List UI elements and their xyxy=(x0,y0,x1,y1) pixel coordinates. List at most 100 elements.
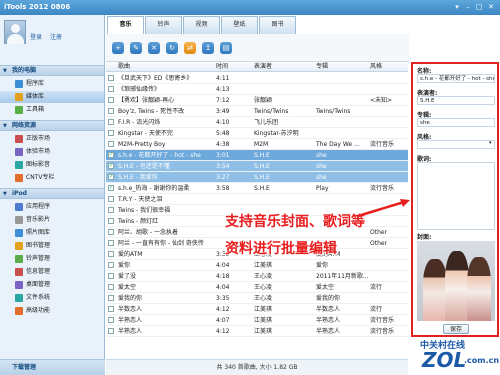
avatar[interactable] xyxy=(4,20,26,44)
sidebar-item-icon xyxy=(15,242,23,250)
tab-4[interactable]: 图书 xyxy=(259,16,296,34)
convert-icon[interactable]: ⇄ xyxy=(184,42,196,54)
row-checkbox[interactable] xyxy=(108,328,114,334)
row-checkbox[interactable] xyxy=(108,306,114,312)
sidebar-item-2-6[interactable]: 桌面管理 xyxy=(0,279,104,291)
row-checkbox[interactable]: ✓ xyxy=(108,185,114,191)
cell-time: 4:12 xyxy=(216,328,230,335)
edit-icon[interactable]: ✎ xyxy=(130,42,142,54)
sidebar-item-2-4[interactable]: 铃声管理 xyxy=(0,253,104,265)
sidebar-section-1[interactable]: ▼ 网络资源 xyxy=(0,120,104,131)
sidebar-item-0-1[interactable]: 媒体库 xyxy=(0,91,104,103)
table-row[interactable]: 《琅琊仙缘传》 4:13 xyxy=(106,84,408,95)
row-checkbox[interactable] xyxy=(108,240,114,246)
row-checkbox[interactable] xyxy=(108,284,114,290)
add-icon[interactable]: + xyxy=(112,42,124,54)
sidebar-item-2-0[interactable]: 应用程序 xyxy=(0,201,104,213)
row-checkbox[interactable] xyxy=(108,108,114,114)
cell-album: Play xyxy=(316,185,329,192)
table-row[interactable]: 半熟恋人 4:12 江美琪 半熟恋人 流行音乐 xyxy=(106,326,408,337)
sidebar-item-0-0[interactable]: 程序库 xyxy=(0,78,104,90)
sidebar-section-2[interactable]: ▼ iPod xyxy=(0,188,104,199)
table-row[interactable]: 爱太空 4:04 王心凌 爱太空 流行 xyxy=(106,282,408,293)
sidebar-item-2-8[interactable]: 高级功能 xyxy=(0,305,104,317)
row-checkbox[interactable] xyxy=(108,75,114,81)
row-checkbox[interactable]: ✓ xyxy=(108,163,114,169)
skin-icon[interactable]: ▾ xyxy=(452,3,462,12)
row-checkbox[interactable] xyxy=(108,141,114,147)
col-time[interactable]: 时间 xyxy=(216,62,228,72)
sidebar-item-2-2[interactable]: 照片图库 xyxy=(0,227,104,239)
table-row[interactable]: 爱了没 4:18 王心凌 2011年11月新歌... xyxy=(106,271,408,282)
row-checkbox[interactable]: ✓ xyxy=(108,174,114,180)
sidebar-item-1-3[interactable]: CNTV专栏 xyxy=(0,172,104,184)
row-checkbox[interactable]: ✓ xyxy=(108,152,114,158)
register-link[interactable]: 注册 xyxy=(50,34,62,41)
table-row[interactable]: 半数恋人 4:12 江美琪 半数恋人 流行 xyxy=(106,304,408,315)
table-row[interactable]: ✓ s.h.e_热海 - 谢谢你的温柔 3:58 S.H.E Play 流行音乐 xyxy=(106,183,408,194)
table-row[interactable]: ✓ S.H.E - 我爱你 3:27 S.H.E she xyxy=(106,172,408,183)
table-row[interactable]: F.I.R - 流光闪烁 4:10 飞儿乐团 xyxy=(106,117,408,128)
table-row[interactable]: ✓ S.H.E - 也还是不懂 3:54 S.H.E she xyxy=(106,161,408,172)
maximize-button[interactable]: □ xyxy=(474,3,484,12)
tab-3[interactable]: 壁纸 xyxy=(221,16,258,34)
cell-album: 半数恋人 xyxy=(316,306,341,313)
login-link[interactable]: 登录 xyxy=(30,34,42,41)
sidebar-item-2-7[interactable]: 文件系统 xyxy=(0,292,104,304)
cell-song: M2M-Pretty Boy xyxy=(118,141,166,148)
row-checkbox[interactable] xyxy=(108,196,114,202)
table-row[interactable]: 【勇欢】张靓颖-再心 7:12 张靓颖 <未知> xyxy=(106,95,408,106)
sidebar-item-1-1[interactable]: 体验市场 xyxy=(0,146,104,158)
sidebar-item-1-0[interactable]: 正版市场 xyxy=(0,133,104,145)
col-artist[interactable]: 表演者 xyxy=(254,62,272,72)
row-checkbox[interactable] xyxy=(108,119,114,125)
login-links: 登录 注册 xyxy=(30,32,68,41)
row-checkbox[interactable] xyxy=(108,130,114,136)
album-cover-image[interactable] xyxy=(417,241,495,321)
col-album[interactable]: 专辑 xyxy=(316,62,328,72)
name-field[interactable]: s.h.e - 花都开好了 - hot - she xyxy=(417,74,495,83)
col-song[interactable]: 歌曲 xyxy=(118,62,130,72)
col-genre[interactable]: 风格 xyxy=(370,62,382,72)
row-checkbox[interactable] xyxy=(108,97,114,103)
table-row[interactable]: 爱你 4:04 江美琪 爱你 xyxy=(106,260,408,271)
chevron-down-icon[interactable]: ▾ xyxy=(489,140,492,146)
sidebar-item-2-1[interactable]: 音乐影片 xyxy=(0,214,104,226)
download-manager[interactable]: 下载管理 xyxy=(0,359,105,375)
row-checkbox[interactable] xyxy=(108,229,114,235)
sidebar-item-1-2[interactable]: 图标影音 xyxy=(0,159,104,171)
row-checkbox[interactable] xyxy=(108,251,114,257)
row-checkbox[interactable] xyxy=(108,295,114,301)
table-row[interactable]: 《旦武天下》ED《思寄乡》 4:11 xyxy=(106,73,408,84)
sidebar-item-2-3[interactable]: 图书管理 xyxy=(0,240,104,252)
sidebar-item-2-5[interactable]: 信息管理 xyxy=(0,266,104,278)
table-row[interactable]: 半熟恋人 4:07 江美琪 半熟恋人 流行音乐 xyxy=(106,315,408,326)
table-row[interactable]: ✓ s.h.e - 花都开好了 - hot - she 3:01 S.H.E she xyxy=(106,150,408,161)
export-icon[interactable]: ↥ xyxy=(202,42,214,54)
table-row[interactable]: M2M-Pretty Boy 4:38 M2M The Day We ... 流行音乐 xyxy=(106,139,408,150)
tab-2[interactable]: 视频 xyxy=(183,16,220,34)
delete-icon[interactable]: ✕ xyxy=(148,42,160,54)
tab-1[interactable]: 铃声 xyxy=(145,16,182,34)
row-checkbox[interactable] xyxy=(108,207,114,213)
table-row[interactable]: 爱我的你 3:35 王心凌 爱我的你 xyxy=(106,293,408,304)
album-field[interactable]: she xyxy=(417,118,495,127)
row-checkbox[interactable] xyxy=(108,86,114,92)
refresh-icon[interactable]: ↻ xyxy=(166,42,178,54)
genre-select[interactable] xyxy=(417,140,495,149)
tab-0[interactable]: 音乐 xyxy=(107,16,144,34)
save-button[interactable]: 保存 xyxy=(443,324,469,334)
folder-icon[interactable]: ▤ xyxy=(220,42,232,54)
lyrics-textarea[interactable] xyxy=(417,162,495,230)
row-checkbox[interactable] xyxy=(108,317,114,323)
sidebar-item-0-2[interactable]: 工具箱 xyxy=(0,104,104,116)
minimize-button[interactable]: – xyxy=(463,3,473,12)
row-checkbox[interactable] xyxy=(108,262,114,268)
close-button[interactable]: ✕ xyxy=(486,3,496,12)
sidebar-section-0[interactable]: ▼ 我的电脑 xyxy=(0,65,104,76)
row-checkbox[interactable] xyxy=(108,273,114,279)
artist-field[interactable]: S.H.E xyxy=(417,96,495,105)
table-row[interactable]: Kingstar - 天使不完 5:48 Kingstar-苏汐明 xyxy=(106,128,408,139)
row-checkbox[interactable] xyxy=(108,218,114,224)
table-row[interactable]: Boy'z, Twins - 死性不改 3:49 Twins/Twins Twins/… xyxy=(106,106,408,117)
